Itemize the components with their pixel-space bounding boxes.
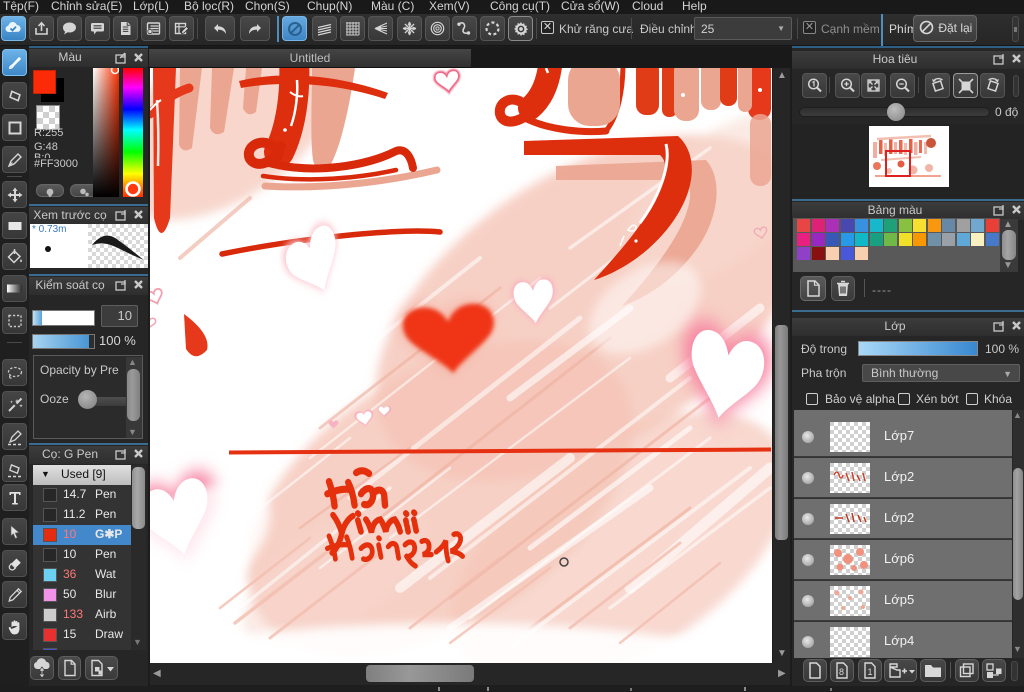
svg-text:1: 1 xyxy=(868,667,873,677)
svg-text:8: 8 xyxy=(839,667,844,677)
